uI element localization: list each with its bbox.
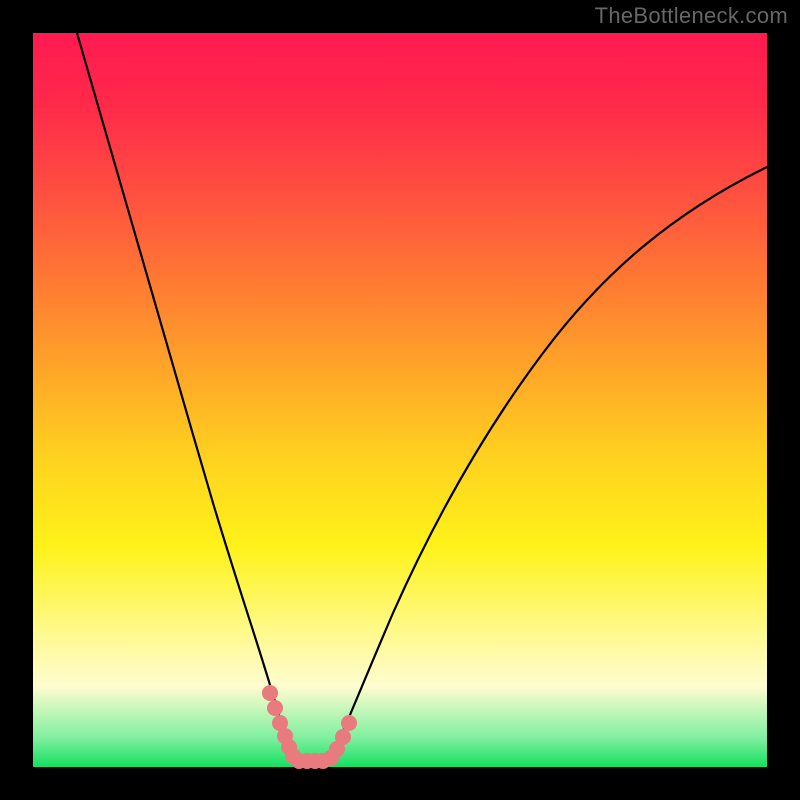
curve-layer [33, 33, 767, 767]
left-curve [77, 33, 295, 763]
chart-frame: TheBottleneck.com [0, 0, 800, 800]
plot-area [33, 33, 767, 767]
watermark-text: TheBottleneck.com [595, 3, 788, 29]
right-curve [329, 167, 767, 763]
min-highlight-beads [262, 685, 357, 769]
